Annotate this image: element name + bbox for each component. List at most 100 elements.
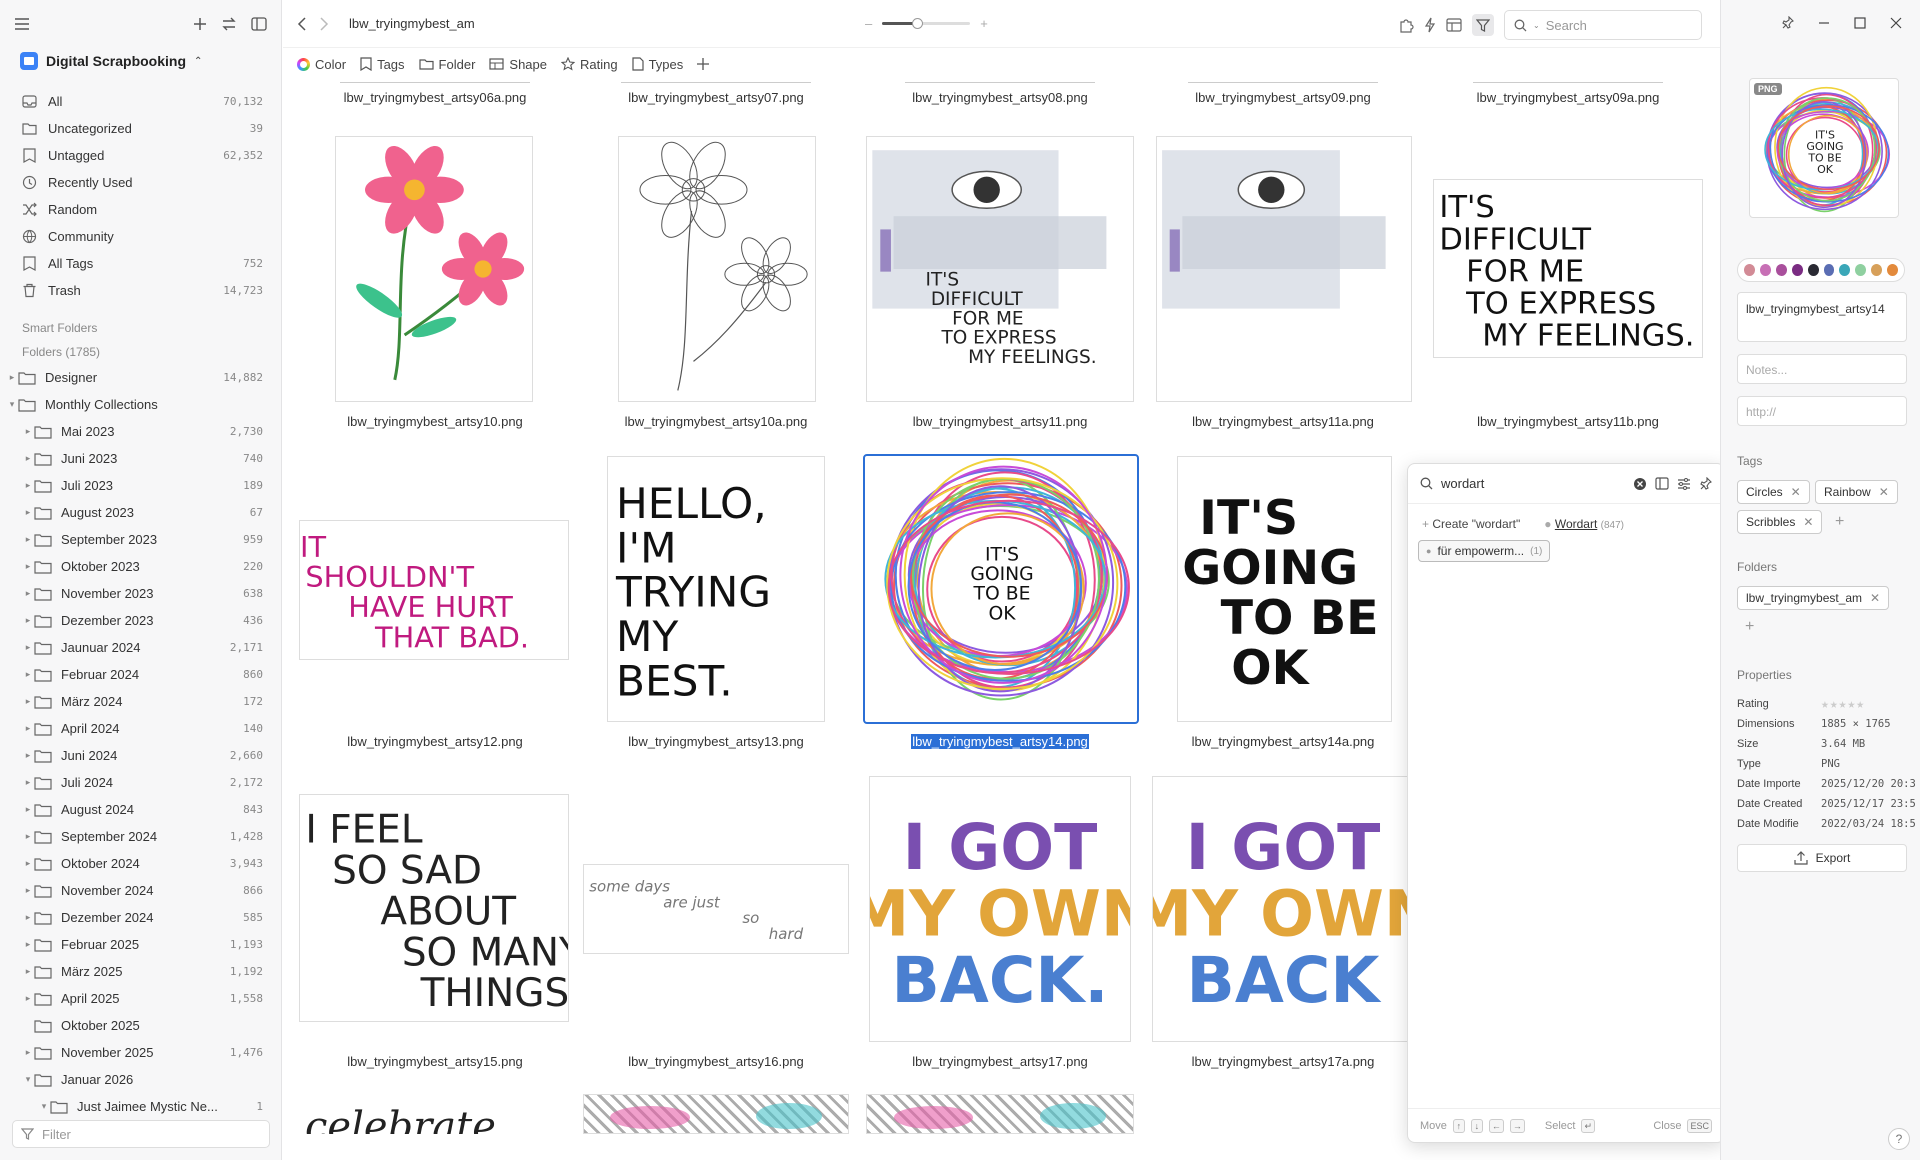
help-button[interactable]: ? — [1888, 1128, 1910, 1150]
color-swatch[interactable] — [1823, 264, 1835, 276]
file-name[interactable]: lbw_tryingmybest_artsy14.png — [860, 734, 1140, 749]
caret-right-icon[interactable]: ▸ — [22, 696, 34, 707]
library-switcher[interactable]: Digital Scrapbooking ⌃ — [0, 48, 281, 74]
thumbnail[interactable] — [583, 1094, 849, 1134]
tag-chip[interactable]: Rainbow ✕ — [1815, 480, 1898, 504]
pin-icon[interactable] — [1781, 16, 1794, 30]
sidebar-filter-input[interactable]: Filter — [12, 1120, 270, 1148]
file-name[interactable]: lbw_tryingmybest_artsy11b.png — [1428, 414, 1708, 429]
file-name[interactable]: lbw_tryingmybest_artsy16.png — [576, 1054, 856, 1069]
lightning-icon[interactable] — [1424, 17, 1436, 33]
tag-chip[interactable]: Scribbles ✕ — [1737, 510, 1823, 534]
filter-tags-button[interactable]: Tags — [360, 57, 405, 72]
file-name[interactable]: lbw_tryingmybest_artsy11.png — [860, 414, 1140, 429]
color-swatch[interactable] — [1791, 264, 1803, 276]
folder-item[interactable]: ▸ April 2024 140 — [0, 715, 281, 742]
clear-icon[interactable] — [1633, 477, 1647, 491]
rating-stars[interactable]: ★★★★★ — [1821, 697, 1865, 712]
notes-field[interactable]: Notes... — [1737, 354, 1907, 384]
file-name[interactable]: lbw_tryingmybest_artsy10a.png — [576, 414, 856, 429]
settings-sliders-icon[interactable] — [1677, 477, 1691, 490]
folder-item[interactable]: ▸ Juli 2024 2,172 — [0, 769, 281, 796]
folder-item[interactable]: ▸ Oktober 2023 220 — [0, 553, 281, 580]
thumbnail[interactable]: I GOTMY OWNBACK. — [869, 776, 1131, 1042]
file-name[interactable]: lbw_tryingmybest_artsy13.png — [576, 734, 856, 749]
folder-item[interactable]: ▸ Juli 2023 189 — [0, 472, 281, 499]
filter-rating-button[interactable]: Rating — [561, 57, 618, 72]
caret-right-icon[interactable]: ▸ — [22, 750, 34, 761]
caret-right-icon[interactable]: ▸ — [22, 966, 34, 977]
close-icon[interactable] — [1890, 17, 1902, 29]
pin-icon[interactable] — [1699, 476, 1712, 491]
folder-item[interactable]: ▸ September 2024 1,428 — [0, 823, 281, 850]
caret-right-icon[interactable]: ▸ — [22, 939, 34, 950]
file-name[interactable]: lbw_tryingmybest_artsy11a.png — [1143, 414, 1423, 429]
file-name[interactable]: lbw_tryingmybest_artsy10.png — [295, 414, 575, 429]
remove-icon[interactable]: ✕ — [1803, 515, 1813, 529]
thumbnail[interactable]: celebrate — [305, 1094, 555, 1134]
minimize-icon[interactable] — [1818, 17, 1830, 29]
color-swatch[interactable] — [1807, 264, 1819, 276]
folder-item[interactable]: ▸ Designer 14,882 — [0, 364, 281, 391]
caret-right-icon[interactable]: ▸ — [22, 561, 34, 572]
folder-item[interactable]: ▸ März 2024 172 — [0, 688, 281, 715]
caret-right-icon[interactable]: ▸ — [22, 993, 34, 1004]
panel-icon[interactable] — [1655, 477, 1669, 490]
caret-right-icon[interactable]: ▸ — [22, 1047, 34, 1058]
folder-item[interactable]: ▸ August 2023 67 — [0, 499, 281, 526]
sidebar-item-community[interactable]: Community — [0, 223, 281, 250]
thumbnail[interactable]: I GOTMY OWNBACK — [1152, 776, 1414, 1042]
folder-item[interactable]: ▾ Just Jaimee Mystic Ne... 1 — [0, 1093, 281, 1120]
folder-item[interactable]: ▸ Mai 2023 2,730 — [0, 418, 281, 445]
sidebar-item-recently-used[interactable]: Recently Used — [0, 169, 281, 196]
caret-right-icon[interactable]: ▸ — [22, 777, 34, 788]
folder-item[interactable]: ▸ September 2023 959 — [0, 526, 281, 553]
caret-right-icon[interactable]: ▸ — [22, 804, 34, 815]
sidebar-item-all[interactable]: All 70,132 — [0, 88, 281, 115]
title-field[interactable]: lbw_tryingmybest_artsy14 — [1737, 292, 1907, 342]
file-name[interactable]: lbw_tryingmybest_artsy08.png — [860, 90, 1140, 105]
folder-item[interactable]: ▸ Februar 2024 860 — [0, 661, 281, 688]
color-swatch[interactable] — [1759, 264, 1771, 276]
tag-suggestion-chip[interactable]: ● für empowerm... (1) — [1418, 540, 1551, 562]
folder-chip[interactable]: lbw_tryingmybest_am ✕ — [1737, 586, 1890, 610]
zoom-in-icon[interactable]: + — [980, 16, 988, 31]
forward-icon[interactable] — [319, 16, 329, 31]
puzzle-icon[interactable] — [1398, 17, 1414, 33]
color-swatch[interactable] — [1775, 264, 1787, 276]
caret-down-icon[interactable]: ▾ — [22, 1074, 34, 1085]
search-options-icon[interactable]: ⌄ — [1533, 21, 1540, 30]
folder-item[interactable]: Oktober 2025 — [0, 1012, 281, 1039]
folder-item[interactable]: ▾ Januar 2026 — [0, 1066, 281, 1093]
folder-item[interactable]: ▸ Februar 2025 1,193 — [0, 931, 281, 958]
folder-item[interactable]: ▸ Juni 2023 740 — [0, 445, 281, 472]
file-name[interactable]: lbw_tryingmybest_artsy17.png — [860, 1054, 1140, 1069]
filter-folder-button[interactable]: Folder — [418, 57, 475, 72]
caret-right-icon[interactable]: ▸ — [22, 534, 34, 545]
caret-right-icon[interactable]: ▸ — [22, 480, 34, 491]
folder-item[interactable]: ▸ November 2024 866 — [0, 877, 281, 904]
file-name[interactable]: lbw_tryingmybest_artsy09a.png — [1428, 90, 1708, 105]
zoom-slider[interactable] — [882, 18, 971, 29]
thumbnail[interactable]: I FEEL SO SAD ABOUT SO MANY THINGS — [299, 794, 569, 1022]
file-name[interactable]: lbw_tryingmybest_artsy15.png — [295, 1054, 575, 1069]
folder-item[interactable]: ▸ November 2025 1,476 — [0, 1039, 281, 1066]
caret-right-icon[interactable]: ▸ — [22, 588, 34, 599]
maximize-icon[interactable] — [1854, 17, 1866, 29]
remove-icon[interactable]: ✕ — [1791, 485, 1801, 499]
folder-item[interactable]: ▾ Monthly Collections — [0, 391, 281, 418]
add-icon[interactable] — [193, 17, 207, 31]
folder-item[interactable]: ▸ Oktober 2024 3,943 — [0, 850, 281, 877]
caret-right-icon[interactable]: ▸ — [22, 615, 34, 626]
search-input[interactable]: ⌄ Search — [1504, 10, 1702, 40]
folder-item[interactable]: ▸ März 2025 1,192 — [0, 958, 281, 985]
url-field[interactable]: http:// — [1737, 396, 1907, 426]
caret-right-icon[interactable]: ▸ — [22, 723, 34, 734]
sidebar-item-trash[interactable]: Trash 14,723 — [0, 277, 281, 304]
file-name[interactable]: lbw_tryingmybest_artsy06a.png — [295, 90, 575, 105]
file-name[interactable]: lbw_tryingmybest_artsy17a.png — [1143, 1054, 1423, 1069]
back-icon[interactable] — [297, 16, 307, 31]
caret-down-icon[interactable]: ▾ — [6, 399, 18, 410]
folder-item[interactable]: ▸ Dezember 2023 436 — [0, 607, 281, 634]
add-tag-icon[interactable]: + — [1835, 513, 1844, 531]
